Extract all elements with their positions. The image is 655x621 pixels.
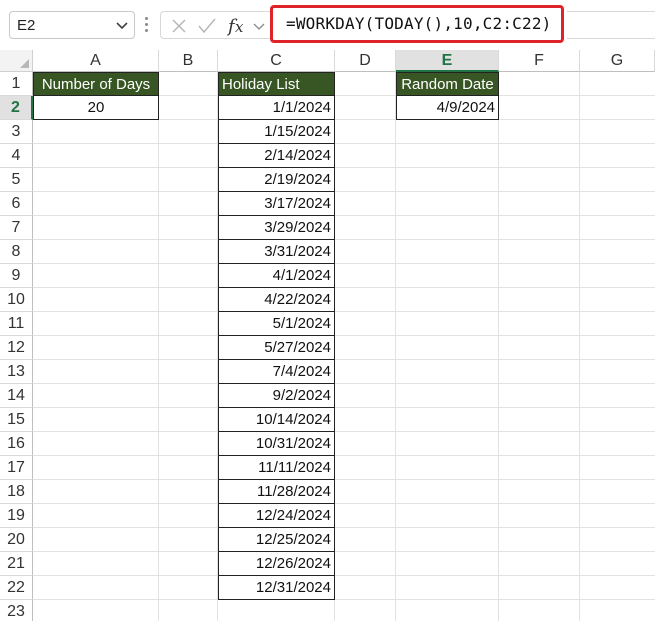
row-header-3[interactable]: 3	[0, 120, 33, 144]
select-all-button[interactable]	[0, 50, 33, 72]
column-header-c[interactable]: C	[218, 50, 335, 72]
holiday-cell[interactable]: 5/27/2024	[219, 336, 334, 360]
holiday-cell[interactable]: 12/31/2024	[219, 576, 334, 600]
grip-handle-icon[interactable]	[145, 17, 149, 33]
row-header-12[interactable]: 12	[0, 336, 33, 360]
row-header-9[interactable]: 9	[0, 264, 33, 288]
holiday-cell[interactable]: 11/28/2024	[219, 480, 334, 504]
holiday-cell[interactable]: 10/14/2024	[219, 408, 334, 432]
holiday-cell[interactable]: 12/24/2024	[219, 504, 334, 528]
chevron-down-icon[interactable]	[115, 18, 129, 32]
function-icon[interactable]: f x	[227, 15, 249, 37]
holiday-cell[interactable]: 3/31/2024	[219, 240, 334, 264]
cell-c1[interactable]: Holiday List	[218, 72, 335, 96]
row-header-10[interactable]: 10	[0, 288, 33, 312]
holiday-cell[interactable]: 3/29/2024	[219, 216, 334, 240]
row-header-11[interactable]: 11	[0, 312, 33, 336]
worksheet-grid: A B C D E F G 1 2 3 4 5 6 7 8 9 10 11 12 13 14 15 16 17 1…	[0, 50, 655, 621]
row-header-13[interactable]: 13	[0, 360, 33, 384]
column-header-f[interactable]: F	[499, 50, 580, 72]
formula-controls: f x	[160, 11, 270, 39]
holiday-cell[interactable]: 10/31/2024	[219, 432, 334, 456]
row-header-16[interactable]: 16	[0, 432, 33, 456]
holiday-cell[interactable]: 4/1/2024	[219, 264, 334, 288]
holiday-list: 1/1/2024 1/15/2024 2/14/2024 2/19/2024 3/17/…	[218, 96, 335, 600]
holiday-cell[interactable]: 12/25/2024	[219, 528, 334, 552]
row-header-6[interactable]: 6	[0, 192, 33, 216]
formula-input[interactable]: =WORKDAY(TODAY(),10,C2:C22)	[270, 5, 564, 43]
cell-a1[interactable]: Number of Days	[33, 72, 159, 96]
row-header-22[interactable]: 22	[0, 576, 33, 600]
confirm-icon[interactable]	[198, 18, 216, 34]
row-header-17[interactable]: 17	[0, 456, 33, 480]
column-header-e[interactable]: E	[396, 50, 499, 72]
row-header-23[interactable]: 23	[0, 600, 33, 621]
row-header-2[interactable]: 2	[0, 96, 33, 120]
holiday-cell[interactable]: 2/19/2024	[219, 168, 334, 192]
excel-window: E2 f x =WORKDAY(TODAY(),10,C2:C22) A B C…	[0, 0, 655, 621]
cell-a2[interactable]: 20	[33, 96, 159, 120]
row-header-20[interactable]: 20	[0, 528, 33, 552]
formula-input-extension[interactable]	[567, 11, 655, 39]
row-header-8[interactable]: 8	[0, 240, 33, 264]
name-box-value: E2	[17, 17, 36, 34]
svg-text:x: x	[235, 18, 244, 36]
name-box[interactable]: E2	[9, 11, 135, 39]
row-header-15[interactable]: 15	[0, 408, 33, 432]
holiday-cell[interactable]: 12/26/2024	[219, 552, 334, 576]
column-header-g[interactable]: G	[580, 50, 655, 72]
row-header-18[interactable]: 18	[0, 480, 33, 504]
cell-e1[interactable]: Random Date	[396, 72, 499, 96]
formula-bar: E2 f x =WORKDAY(TODAY(),10,C2:C22)	[0, 0, 655, 50]
holiday-cell[interactable]: 7/4/2024	[219, 360, 334, 384]
formula-text: =WORKDAY(TODAY(),10,C2:C22)	[286, 14, 552, 33]
holiday-cell[interactable]: 2/14/2024	[219, 144, 334, 168]
holiday-cell[interactable]: 11/11/2024	[219, 456, 334, 480]
holiday-cell[interactable]: 5/1/2024	[219, 312, 334, 336]
holiday-cell[interactable]: 9/2/2024	[219, 384, 334, 408]
column-header-b[interactable]: B	[159, 50, 218, 72]
column-header-a[interactable]: A	[33, 50, 159, 72]
cell-e2[interactable]: 4/9/2024	[396, 96, 499, 120]
holiday-cell[interactable]: 3/17/2024	[219, 192, 334, 216]
holiday-cell[interactable]: 1/15/2024	[219, 120, 334, 144]
row-header-19[interactable]: 19	[0, 504, 33, 528]
row-header-21[interactable]: 21	[0, 552, 33, 576]
row-header-14[interactable]: 14	[0, 384, 33, 408]
row-header-4[interactable]: 4	[0, 144, 33, 168]
holiday-cell[interactable]: 1/1/2024	[219, 96, 334, 120]
row-header-7[interactable]: 7	[0, 216, 33, 240]
row-header-1[interactable]: 1	[0, 72, 33, 96]
holiday-cell[interactable]: 4/22/2024	[219, 288, 334, 312]
chevron-down-icon[interactable]	[253, 20, 265, 32]
cancel-icon[interactable]	[171, 18, 187, 34]
row-header-5[interactable]: 5	[0, 168, 33, 192]
column-header-d[interactable]: D	[335, 50, 396, 72]
